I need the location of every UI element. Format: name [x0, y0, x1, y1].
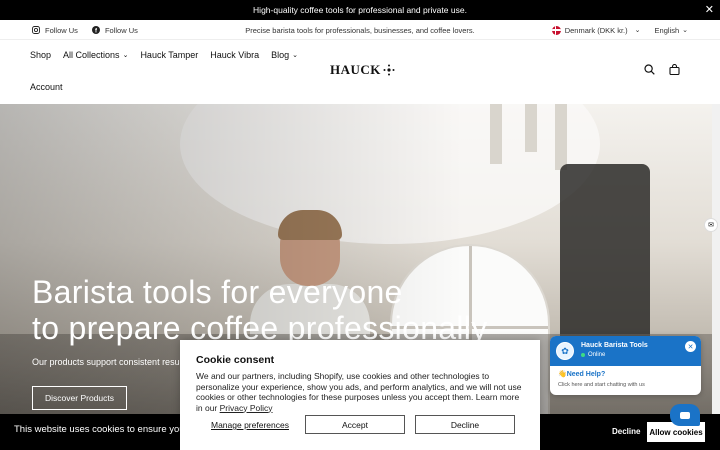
announcement-text: High-quality coffee tools for profession… — [253, 5, 467, 15]
close-icon[interactable]: ✕ — [685, 341, 696, 352]
main-menu: Shop All Collections ⌄ Hauck Tamper Hauck… — [30, 50, 298, 60]
logo[interactable]: HAUCK — [330, 62, 395, 78]
hero-title-line1: Barista tools for everyone — [32, 274, 403, 310]
denmark-flag-icon — [551, 25, 561, 35]
nav-label: Hauck Vibra — [210, 50, 260, 60]
nav-label: All Collections — [63, 50, 120, 60]
header-icons — [644, 64, 680, 75]
cookie-bar-message: This website uses cookies to ensure you … — [14, 424, 201, 435]
language-selector[interactable]: English ⌄ — [655, 26, 688, 35]
chat-status: Online — [581, 352, 605, 358]
discover-products-button[interactable]: Discover Products — [32, 386, 127, 410]
chat-title: Hauck Barista Tools — [581, 342, 648, 349]
nav-item-shop[interactable]: Shop — [30, 50, 51, 60]
consent-body: We and our partners, including Shopify, … — [196, 371, 524, 413]
chevron-down-icon: ⌄ — [634, 27, 641, 34]
page-scrollbar[interactable] — [712, 104, 720, 450]
search-icon[interactable] — [644, 64, 655, 75]
manage-preferences-link[interactable]: Manage preferences — [211, 420, 289, 430]
cookie-bar-decline-button[interactable]: Decline — [612, 427, 640, 436]
close-icon[interactable]: ✕ — [705, 3, 714, 16]
nav-label: Blog — [271, 50, 290, 60]
locale-selectors: Denmark (DKK kr.) ⌄ English ⌄ — [551, 20, 688, 40]
cookie-consent-dialog: Cookie consent We and our partners, incl… — [180, 340, 540, 450]
nav-item-hauck-tamper[interactable]: Hauck Tamper — [140, 50, 198, 60]
nav-label: Hauck Tamper — [140, 50, 199, 60]
cart-icon[interactable] — [669, 64, 680, 75]
consent-title: Cookie consent — [196, 354, 275, 366]
nav-item-all-collections[interactable]: All Collections ⌄ — [63, 50, 128, 60]
chat-help-title: 👋Need Help? — [558, 371, 606, 378]
language-label: English — [654, 25, 680, 35]
chat-hint: Click here and start chatting with us — [558, 382, 645, 388]
chat-widget[interactable]: ✿ Hauck Barista Tools Online ✕ 👋Need Hel… — [550, 336, 701, 395]
chevron-down-icon: ⌄ — [682, 27, 688, 34]
nav-item-hauck-vibra[interactable]: Hauck Vibra — [210, 50, 259, 60]
utility-bar: Follow Us f Follow Us Precise barista to… — [0, 20, 720, 40]
chat-bubble-icon[interactable] — [670, 404, 700, 426]
decline-button[interactable]: Decline — [415, 415, 515, 434]
nav-item-account[interactable]: Account — [30, 82, 63, 92]
chevron-down-icon: ⌄ — [292, 52, 299, 59]
country-label: Denmark (DKK kr.) — [564, 25, 628, 35]
nav-label: Shop — [30, 50, 52, 60]
chat-avatar: ✿ — [556, 342, 574, 360]
hero-subtitle: Our products support consistent results — [32, 357, 189, 367]
announcement-bar: High-quality coffee tools for profession… — [0, 0, 720, 20]
chat-header: ✿ Hauck Barista Tools Online ✕ — [550, 336, 701, 366]
accept-button[interactable]: Accept — [305, 415, 405, 434]
chat-status-label: Online — [588, 352, 606, 358]
main-header: Shop All Collections ⌄ Hauck Tamper Hauck… — [0, 40, 720, 104]
logo-mark-icon — [383, 64, 395, 76]
consent-buttons: Manage preferences Accept Decline — [196, 415, 524, 435]
logo-text: HAUCK — [330, 62, 381, 77]
nav-item-blog[interactable]: Blog ⌄ — [271, 50, 298, 60]
hero-title: Barista tools for everyone to prepare co… — [32, 274, 488, 346]
chevron-down-icon: ⌄ — [122, 52, 129, 59]
country-selector[interactable]: Denmark (DKK kr.) ⌄ — [551, 25, 641, 35]
mail-icon[interactable]: ✉ — [704, 218, 718, 232]
privacy-policy-link[interactable]: Privacy Policy — [220, 403, 273, 413]
online-indicator — [581, 353, 585, 357]
